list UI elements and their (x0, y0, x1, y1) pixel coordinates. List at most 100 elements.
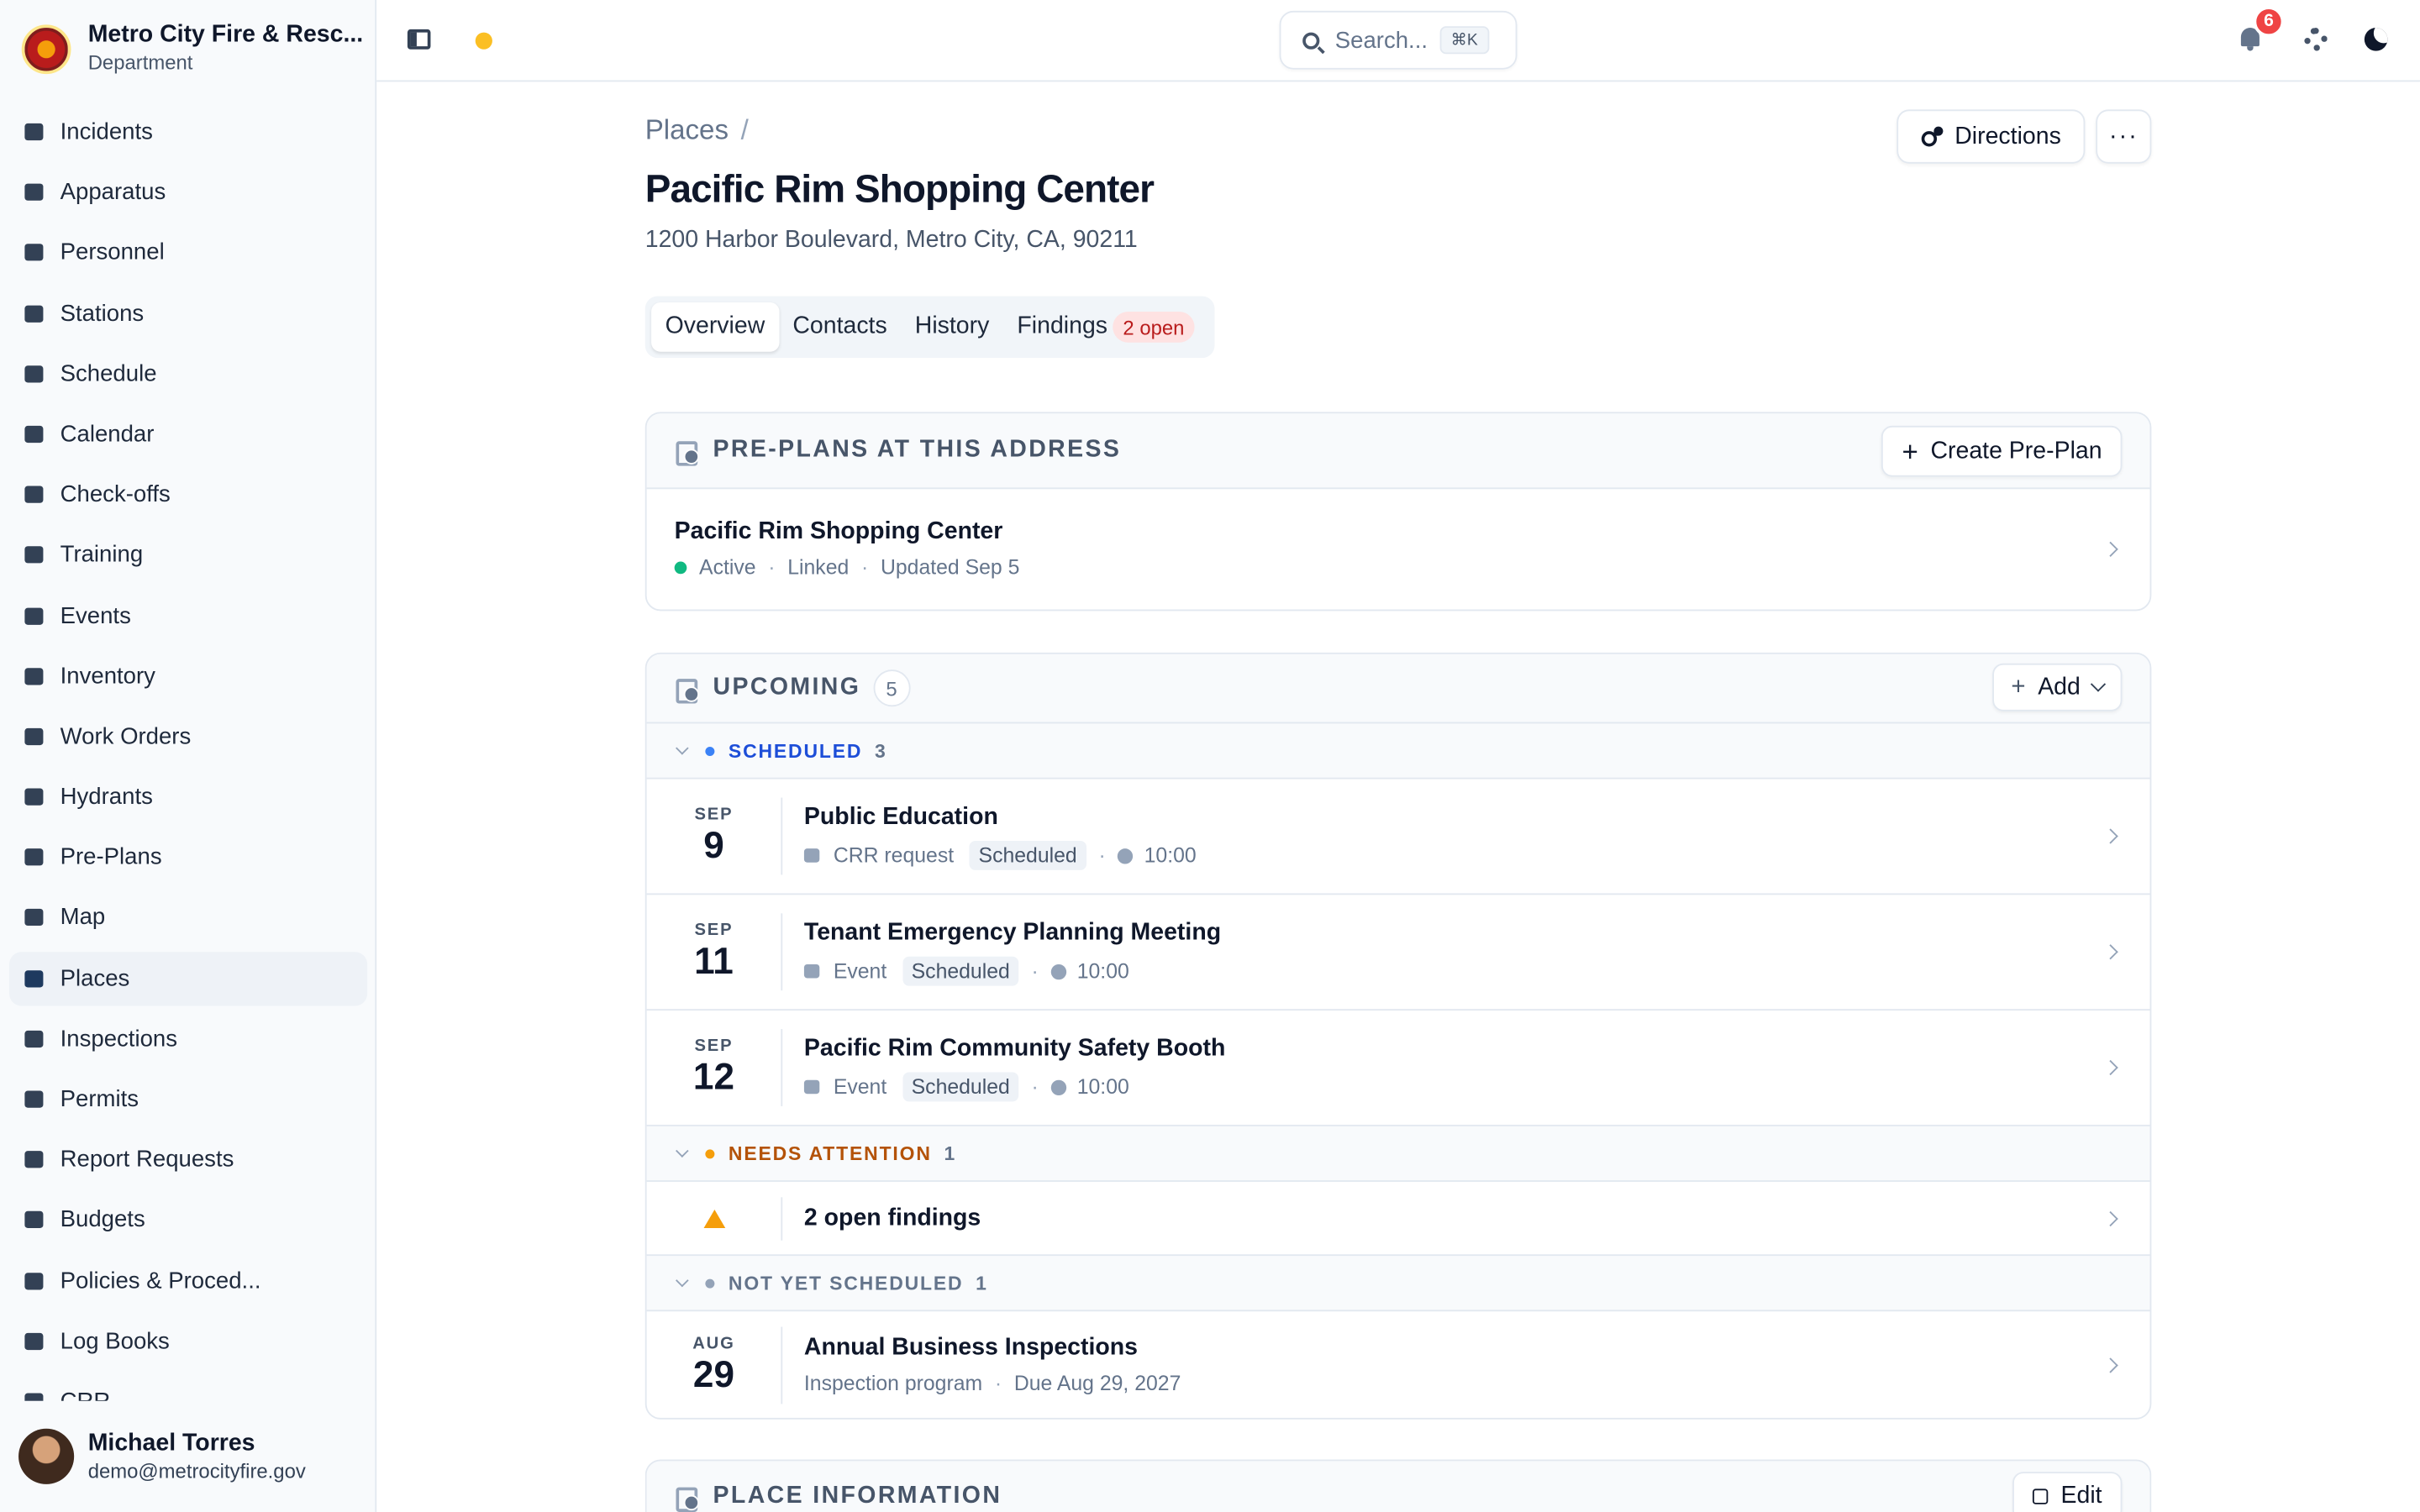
sidebar-item-label: Places (60, 965, 130, 992)
meta-separator: · (1031, 1075, 1039, 1099)
books-icon (22, 1330, 45, 1353)
event-type-icon (803, 848, 820, 863)
chevron-right-icon (2102, 944, 2118, 960)
chevron-right-icon (2102, 1357, 2118, 1373)
org-subtitle: Department (87, 50, 193, 75)
sidebar-item-personnel[interactable]: Personnel (9, 226, 367, 280)
org-name: Metro City Fire & Resc... (87, 21, 364, 48)
sidebar-item-hydrants[interactable]: Hydrants (9, 770, 367, 824)
event-time: 10:00 (1076, 1075, 1129, 1099)
calendar-star-icon (22, 604, 45, 627)
sidebar-item-calendar[interactable]: Calendar (9, 407, 367, 461)
gear-icon[interactable] (2304, 28, 2328, 51)
sidebar-item-work-orders[interactable]: Work Orders (9, 710, 367, 764)
event-row[interactable]: SEP 9 Public Education CRR request Scheduled… (646, 780, 2150, 895)
sidebar-item-incidents[interactable]: Incidents (9, 105, 367, 159)
plus-icon: + (1902, 435, 1918, 467)
edit-label: Edit (2060, 1483, 2102, 1509)
status-dot (705, 746, 715, 756)
event-type: Event (833, 959, 887, 983)
sidebar-nav: Incidents Apparatus Personnel Stations Sched… (9, 105, 368, 1435)
tab-history[interactable]: History (901, 302, 1003, 352)
chevron-right-icon (2102, 1059, 2118, 1076)
sidebar-item-schedule[interactable]: Schedule (9, 347, 367, 401)
sidebar-item-budgets[interactable]: Budgets (9, 1193, 367, 1247)
add-label: Add (2038, 673, 2081, 700)
sidebar-item-inspections[interactable]: Inspections (9, 1012, 367, 1066)
sidebar-item-check-offs[interactable]: Check-offs (9, 468, 367, 522)
sidebar-item-report-requests[interactable]: Report Requests (9, 1132, 367, 1186)
search-icon (1302, 31, 1320, 49)
group-not-yet-scheduled[interactable]: NOT YET SCHEDULED 1 (646, 1256, 2150, 1312)
directions-button[interactable]: Directions (1897, 109, 2086, 164)
group-count: 1 (944, 1142, 957, 1164)
event-time: 10:00 (1144, 843, 1197, 868)
attention-item[interactable]: 2 open findings (646, 1182, 2150, 1257)
user-profile[interactable]: Michael Torres demo@metrocityfire.gov (0, 1400, 376, 1512)
places-icon (675, 1485, 700, 1512)
search-button[interactable]: Search... ⌘K (1279, 10, 1518, 70)
sidebar-item-places[interactable]: Places (9, 951, 368, 1005)
sidebar-item-label: Training (60, 542, 144, 569)
sidebar-item-label: Map (60, 905, 106, 932)
sidebar-item-label: Incidents (60, 118, 153, 145)
more-button[interactable]: ··· (2096, 109, 2152, 164)
group-needs-attention[interactable]: NEEDS ATTENTION 1 (646, 1126, 2150, 1182)
plus-icon: + (2011, 673, 2026, 700)
sidebar-item-events[interactable]: Events (9, 589, 367, 643)
department-logo (21, 24, 71, 74)
event-row[interactable]: SEP 12 Pacific Rim Community Safety Booth E… (646, 1011, 2150, 1126)
unscheduled-item[interactable]: AUG 29 Annual Business Inspections Inspe… (647, 1311, 2150, 1418)
breadcrumb-separator: / (740, 113, 749, 145)
moon-icon[interactable] (2364, 28, 2388, 51)
event-row[interactable]: SEP 11 Tenant Emergency Planning Meeting Ev… (646, 895, 2150, 1011)
sidebar-item-training[interactable]: Training (9, 528, 367, 582)
tab-overview[interactable]: Overview (651, 302, 779, 352)
create-preplan-button[interactable]: + Create Pre-Plan (1881, 425, 2123, 477)
sidebar-item-pre-plans[interactable]: Pre-Plans (9, 831, 367, 885)
group-scheduled[interactable]: SCHEDULED 3 (646, 723, 2150, 780)
group-count: 1 (976, 1272, 988, 1294)
sidebar: Metro City Fire & Resc... Department Inc… (0, 0, 377, 1512)
chevron-down-icon (676, 1273, 689, 1287)
tab-contacts[interactable]: Contacts (779, 302, 901, 352)
sidebar-item-stations[interactable]: Stations (9, 286, 367, 340)
edit-icon (2033, 1488, 2049, 1504)
incidents-icon (22, 120, 45, 144)
preplans-card: PRE-PLANS AT THIS ADDRESS + Create Pre-P… (644, 412, 2152, 612)
edit-button[interactable]: Edit (2012, 1472, 2123, 1512)
findings-badge: 2 open (1112, 312, 1196, 343)
sidebar-item-label: Log Books (60, 1327, 170, 1355)
search-placeholder: Search... (1334, 27, 1428, 54)
event-title: Tenant Emergency Planning Meeting (803, 918, 1222, 945)
avatar (18, 1428, 75, 1484)
clipboard-check-icon (22, 483, 45, 507)
chevron-down-icon (2090, 676, 2107, 692)
report-icon (22, 1148, 45, 1172)
route-icon (1920, 126, 1943, 147)
place-info-card: PLACE INFORMATION Edit (644, 1459, 2152, 1512)
sidebar-item-policies-proced[interactable]: Policies & Proced... (9, 1253, 367, 1307)
create-preplan-label: Create Pre-Plan (1930, 437, 2102, 464)
sidebar-item-inventory[interactable]: Inventory (9, 649, 367, 703)
date-month: SEP (694, 920, 734, 939)
sidebar-item-map[interactable]: Map (9, 891, 367, 945)
sidebar-item-log-books[interactable]: Log Books (9, 1314, 367, 1368)
date-day: 12 (692, 1056, 734, 1098)
add-button[interactable]: + Add (1992, 663, 2123, 711)
sidebar-item-apparatus[interactable]: Apparatus (9, 165, 367, 219)
sidebar-item-permits[interactable]: Permits (9, 1073, 367, 1126)
user-name: Michael Torres (87, 1430, 255, 1457)
upcoming-card: UPCOMING 5 + Add SCHEDULED 3 SEP 9 Public … (644, 652, 2152, 1420)
org-header[interactable]: Metro City Fire & Resc... Department (21, 21, 364, 76)
upcoming-header: UPCOMING 5 + Add (646, 654, 2150, 724)
breadcrumb: Places / (645, 114, 749, 147)
map-icon (22, 906, 45, 930)
sidebar-toggle-icon[interactable] (407, 29, 431, 50)
piggy-bank-icon (22, 1209, 45, 1232)
tab-findings[interactable]: Findings 2 open (1003, 302, 1209, 352)
breadcrumb-places[interactable]: Places (645, 114, 729, 145)
topbar: Search... ⌘K 6 (376, 0, 2420, 82)
sidebar-item-label: Personnel (60, 239, 165, 266)
preplan-item[interactable]: Pacific Rim Shopping Center Active · Lin… (647, 489, 2150, 609)
